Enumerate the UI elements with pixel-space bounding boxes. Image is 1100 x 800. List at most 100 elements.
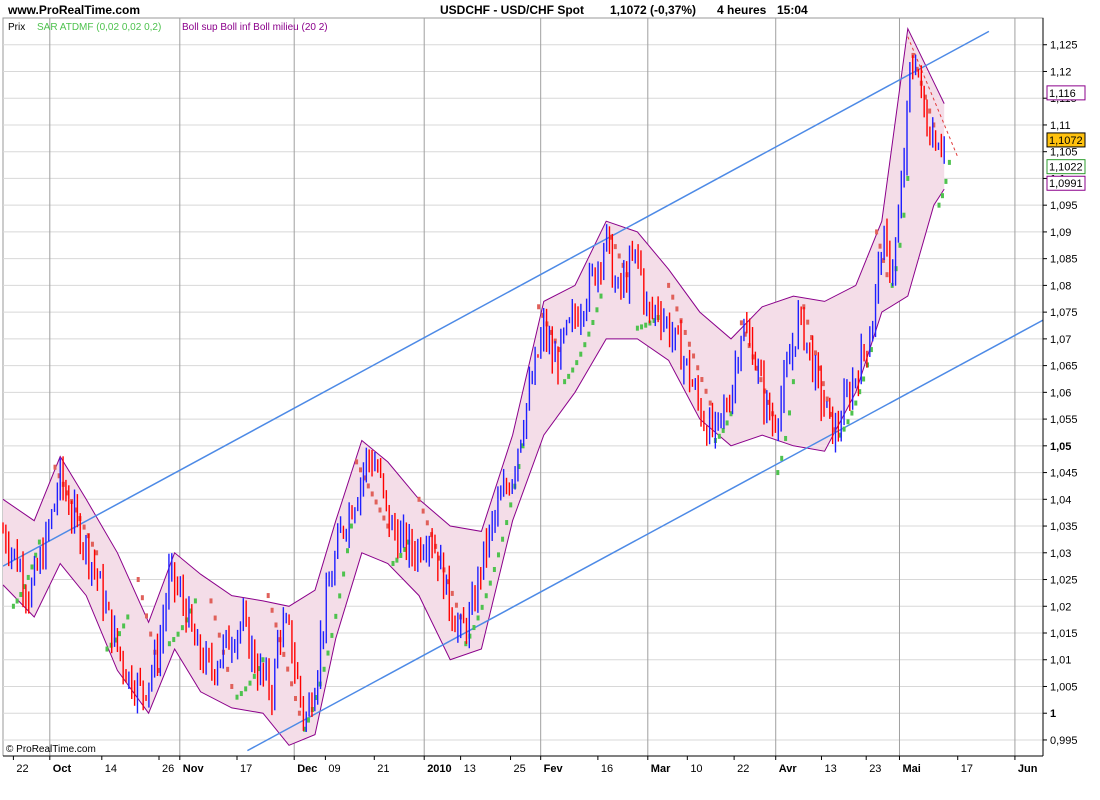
sar-dot [476,615,480,621]
sar-dot [180,625,184,631]
sar-dot [366,483,370,489]
price-label: 1,116 [1049,88,1076,100]
y-tick-label: 0,995 [1050,735,1078,747]
y-tick-label: 1,105 [1050,147,1078,159]
sar-dot [784,435,788,441]
y-tick-label: 1,125 [1050,40,1078,52]
y-tick-label: 1,06 [1050,387,1071,399]
x-tick-label: Nov [183,763,205,775]
sar-dot [821,381,825,387]
x-tick-label: Mai [902,763,920,775]
y-tick-label: 1,015 [1050,628,1078,640]
sar-dot [671,294,675,300]
sar-dot [53,464,57,470]
price-label: 1,1022 [1049,162,1083,174]
x-tick-label: 17 [961,763,973,775]
sar-dot [450,590,454,596]
sar-dot [575,360,579,366]
x-tick-label: 2010 [427,763,451,775]
sar-dot [696,365,700,371]
sar-dot [505,520,509,526]
sar-dot [193,598,197,604]
sar-dot [261,657,265,663]
sar-dot [599,293,603,299]
sar-dot [307,717,310,723]
sar-dot [297,710,301,716]
sar-dot [947,159,951,165]
sar-dot [30,564,34,570]
sar-dot [454,602,458,608]
sar-dot [492,566,496,572]
x-tick-label: 17 [240,763,252,775]
sar-dot [266,593,270,599]
sar-dot [759,377,763,383]
period: 4 heures [717,3,767,17]
time: 15:04 [777,3,808,17]
sar-dot [230,683,234,689]
y-tick-label: 1,085 [1050,254,1078,266]
y-tick-label: 1,07 [1050,334,1071,346]
y-tick-label: 1,005 [1050,681,1078,693]
sar-dot [791,379,795,385]
sar-dot [421,508,425,514]
sar-dot [209,598,213,604]
y-tick-label: 1,01 [1050,655,1071,667]
sar-dot [854,400,858,406]
sar-dot [846,419,850,425]
sar-dot [391,560,395,566]
instrument-title: USDCHF - USD/CHF Spot [440,3,584,17]
x-tick-label: Mar [651,763,671,775]
sar-dot [334,613,338,619]
sar-dot [126,614,130,620]
sar-dot [875,229,879,235]
sar-dot [105,646,109,652]
y-tick-label: 1,045 [1050,468,1078,480]
x-tick-label: Fev [544,763,564,775]
sar-dot [776,470,780,476]
x-tick-label: 25 [514,763,526,775]
sar-dot [37,539,41,545]
y-tick-label: 1,055 [1050,414,1078,426]
sar-dot [15,598,19,604]
sar-dot [906,175,910,181]
sar-dot [374,499,378,505]
sar-dot [82,524,86,530]
sar-dot [571,367,575,373]
sar-dot [700,377,704,383]
sar-dot [725,420,729,426]
sar-dot [842,426,846,432]
x-tick-label: 26 [162,763,174,775]
sar-dot [617,253,621,259]
sar-dot [19,591,23,597]
sar-dot [294,696,297,702]
x-tick-label: Dec [297,763,317,775]
sar-dot [613,244,617,250]
y-tick-label: 1,05 [1050,441,1071,453]
sar-dot [244,686,248,692]
sar-dot [172,637,176,643]
sar-dot [359,467,362,473]
sar-dot [567,373,571,379]
sar-dot [322,666,326,672]
sar-dot [806,319,810,325]
sar-dot [330,632,334,638]
sar-dot [644,322,648,328]
sar-dot [496,552,500,558]
x-tick-label: 14 [105,763,117,775]
sar-dot [898,242,902,248]
sar-dot [282,651,286,657]
price-label: 1,1072 [1049,135,1083,147]
sar-dot [349,523,353,529]
sar-dot [717,433,721,439]
sar-dot [472,625,476,631]
sar-dot [509,502,513,508]
sar-dot [136,577,140,583]
sar-dot [355,459,359,465]
sar-dot [635,325,639,331]
sar-dot [692,353,696,359]
sar-dot [425,520,429,526]
sar-dot [213,615,217,621]
sar-dot [95,550,99,556]
sar-dot [780,455,784,461]
sar-dot [501,536,505,542]
